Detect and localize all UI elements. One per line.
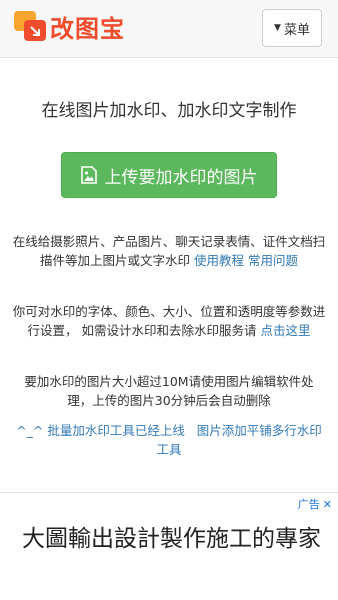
settings-text: 你可对水印的字体、颜色、大小、位置和透明度等参数进行设置， 如需设计水印和去除水…	[12, 302, 326, 340]
ad-label-text: 广告	[297, 498, 320, 511]
ad-banner[interactable]: 广告 ✕ 大圖輸出設計製作施工的專家	[0, 492, 338, 600]
upload-image-button[interactable]: 上传要加水印的图片	[61, 152, 277, 198]
logo-text: 改图宝	[50, 14, 125, 43]
ad-text[interactable]: 大圖輸出設計製作施工的專家	[22, 523, 322, 555]
tool-links: ^_^ 批量加水印工具已经上线 图片添加平铺多行水印工具	[12, 421, 326, 459]
size-notice: 要加水印的图片大小超过10M请使用图片编辑软件处理，上传的图片30分钟后会自动删…	[24, 374, 314, 408]
click-here-link[interactable]: 点击这里	[260, 323, 310, 338]
close-icon[interactable]: ✕	[323, 498, 332, 511]
page-headline: 在线图片加水印、加水印文字制作	[41, 101, 297, 121]
menu-button[interactable]: ▼ 菜单	[262, 9, 322, 47]
intro-text: 在线给摄影照片、产品图片、聊天记录表情、证件文档扫描件等加上图片或文字水印 使用…	[12, 232, 326, 270]
ad-label: 广告 ✕	[298, 496, 332, 512]
top-header: 改图宝 ▼ 菜单	[0, 0, 338, 58]
faq-link[interactable]: 常用问题	[248, 253, 298, 268]
logo-icon	[14, 11, 46, 41]
upload-button-label: 上传要加水印的图片	[104, 167, 258, 188]
logo[interactable]: 改图宝	[14, 10, 125, 43]
image-icon	[80, 166, 97, 184]
tutorial-link[interactable]: 使用教程	[194, 253, 244, 268]
batch-watermark-link[interactable]: ^_^ 批量加水印工具已经上线	[16, 423, 185, 438]
caret-down-icon: ▼	[274, 23, 281, 33]
menu-label: 菜单	[283, 22, 310, 38]
